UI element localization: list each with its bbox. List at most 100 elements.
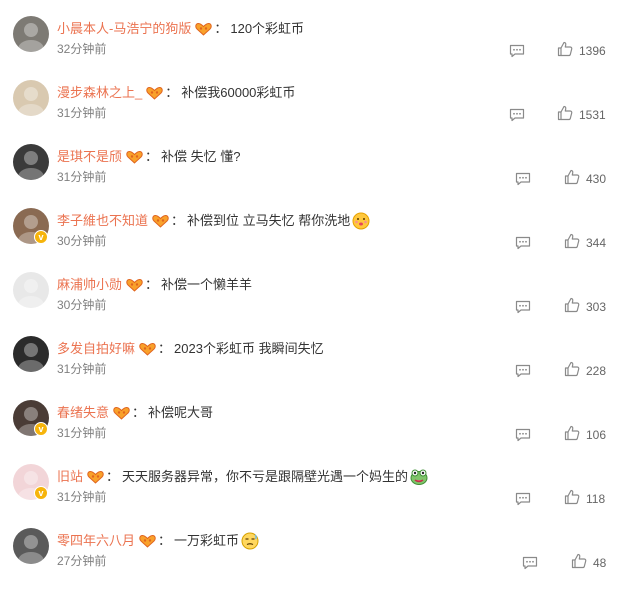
frog-emoji (410, 468, 428, 486)
comment-text: 一万彩虹币 (174, 533, 240, 548)
comment-time: 31分钟前 (57, 362, 107, 376)
username-link[interactable]: 多发自拍好嘛 (57, 339, 135, 359)
avatar[interactable] (13, 336, 49, 372)
avatar[interactable] (13, 528, 49, 564)
username-link[interactable]: 漫步森林之上_ (57, 83, 142, 103)
username-link[interactable]: 小晨本人-马浩宁的狗版 (57, 19, 191, 39)
reply-icon[interactable] (515, 236, 531, 250)
like-button[interactable]: 106 (564, 425, 606, 446)
comment-text: 补偿我60000彩虹币 (181, 85, 296, 100)
fan-badge-icon (146, 86, 163, 100)
reply-icon[interactable] (515, 172, 531, 186)
like-count: 1531 (579, 108, 606, 122)
verified-badge-icon: v (34, 422, 48, 436)
comment-time: 30分钟前 (57, 234, 107, 248)
thumbs-up-icon (564, 169, 580, 190)
comment-text: 补偿到位 立马失忆 帮你洗地 (187, 213, 351, 228)
comment-content: 是琪不是颀 ：补偿 失忆 懂? (57, 147, 241, 167)
like-button[interactable]: 228 (564, 361, 607, 380)
comment-time: 31分钟前 (57, 426, 107, 440)
avatar[interactable] (13, 144, 49, 180)
like-button[interactable]: 430 (564, 169, 607, 190)
username-link[interactable]: 麻浦帅小勋 (57, 275, 122, 295)
comment-text: 补偿一个懒羊羊 (161, 277, 253, 292)
like-button[interactable]: 344 (564, 233, 607, 254)
username-link[interactable]: 旧站 (57, 467, 83, 487)
like-button[interactable]: 1396 (557, 41, 606, 60)
fan-badge-icon (139, 342, 156, 356)
comment-text: 2023个彩虹币 我瞬间失忆 (174, 341, 324, 356)
comment-item: 小晨本人-马浩宁的狗版 ： 120个彩虹币 32分钟前 1396 (0, 15, 624, 79)
comment-content: 零四年六八月 ：一万彩虹币 (57, 531, 259, 551)
like-count: 1396 (579, 44, 606, 58)
colon-separator: ： (171, 213, 185, 228)
comment-content: 春绪失意 ：补偿呢大哥 (57, 403, 213, 423)
like-count: 48 (593, 556, 607, 570)
reply-icon[interactable] (509, 44, 525, 58)
thumbs-up-icon (564, 297, 580, 318)
awkward-smile-emoji (241, 532, 259, 550)
like-button[interactable]: 48 (571, 553, 607, 572)
fan-badge-icon (139, 534, 156, 548)
reply-icon[interactable] (509, 108, 525, 122)
comment-time: 31分钟前 (57, 490, 107, 504)
fan-badge-icon (152, 214, 169, 228)
colon-separator: ： (158, 341, 172, 356)
username-link[interactable]: 是琪不是颀 (57, 147, 122, 167)
comment-content: 小晨本人-马浩宁的狗版 ： 120个彩虹币 (57, 19, 304, 39)
reply-icon[interactable] (515, 364, 531, 378)
comment-item: 麻浦帅小勋 ：补偿一个懒羊羊 30分钟前 303 (0, 271, 624, 335)
thumbs-up-icon (564, 233, 580, 254)
comment-time: 32分钟前 (57, 42, 107, 56)
thumbs-up-icon (564, 489, 580, 510)
comment-item: 零四年六八月 ：一万彩虹币 27分钟前 48 (0, 527, 624, 591)
comment-item: 多发自拍好嘛 ： 2023个彩虹币 我瞬间失忆 31分钟前 228 (0, 335, 624, 399)
comment-time: 31分钟前 (57, 106, 107, 120)
like-count: 344 (586, 236, 607, 250)
username-link[interactable]: 零四年六八月 (57, 531, 135, 551)
reply-icon[interactable] (515, 492, 531, 506)
username-link[interactable]: 李子維也不知道 (57, 211, 148, 231)
comment-content: 李子維也不知道 ：补偿到位 立马失忆 帮你洗地 (57, 211, 370, 231)
thumbs-up-icon (557, 105, 573, 126)
comment-content: 多发自拍好嘛 ： 2023个彩虹币 我瞬间失忆 (57, 339, 324, 359)
colon-separator: ： (145, 277, 159, 292)
comment-text: 天天服务器异常，你不亏是跟隔壁光遇一个妈生的 (122, 469, 409, 484)
colon-separator: ： (158, 533, 172, 548)
comment-item: v 旧站 ：天天服务器异常，你不亏是跟隔壁光遇一个妈生的 31分钟前 118 (0, 463, 624, 527)
comment-text: 补偿呢大哥 (148, 405, 214, 420)
reply-icon[interactable] (515, 300, 531, 314)
username-link[interactable]: 春绪失意 (57, 403, 109, 423)
thumbs-up-icon (564, 425, 580, 446)
comment-item: v 李子維也不知道 ：补偿到位 立马失忆 帮你洗地 30分钟前 344 (0, 207, 624, 271)
verified-badge-icon: v (34, 486, 48, 500)
comment-item: v 春绪失意 ：补偿呢大哥 31分钟前 106 (0, 399, 624, 463)
fan-badge-icon (195, 22, 213, 36)
like-button[interactable]: 1531 (557, 105, 606, 126)
comment-time: 30分钟前 (57, 298, 107, 312)
reply-icon[interactable] (522, 556, 538, 570)
avatar[interactable] (13, 272, 49, 308)
fan-badge-icon (87, 470, 104, 484)
comment-content: 麻浦帅小勋 ：补偿一个懒羊羊 (57, 275, 252, 295)
like-count: 430 (586, 172, 607, 186)
verified-badge-icon: v (34, 230, 48, 244)
like-button[interactable]: 303 (564, 297, 607, 318)
comment-time: 27分钟前 (57, 554, 107, 568)
fan-badge-icon (126, 278, 143, 292)
comment-text: 120个彩虹币 (230, 21, 305, 36)
avatar[interactable] (13, 16, 49, 52)
like-count: 118 (586, 492, 606, 506)
comment-item: 漫步森林之上_ ：补偿我60000彩虹币 31分钟前 1531 (0, 79, 624, 143)
comment-text: 补偿 失忆 懂? (161, 149, 241, 164)
reply-icon[interactable] (515, 428, 531, 442)
fan-badge-icon (126, 150, 143, 164)
like-button[interactable]: 118 (564, 489, 606, 510)
like-count: 228 (586, 364, 607, 378)
like-count: 303 (586, 300, 607, 314)
comment-content: 漫步森林之上_ ：补偿我60000彩虹币 (57, 83, 295, 103)
kiss-emoji (352, 212, 370, 230)
fan-badge-icon (113, 406, 130, 420)
comment-time: 31分钟前 (57, 170, 107, 184)
avatar[interactable] (13, 80, 49, 116)
